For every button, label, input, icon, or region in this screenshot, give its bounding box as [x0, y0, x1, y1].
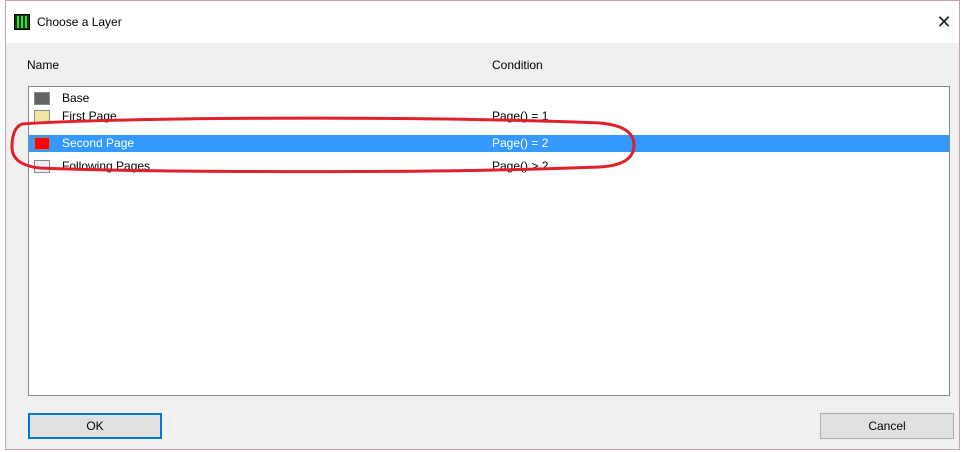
layer-name: Base: [62, 91, 90, 105]
ok-button[interactable]: OK: [28, 413, 162, 439]
layer-name: First Page: [62, 109, 117, 123]
layer-row-first-page[interactable]: First Page Page() = 1: [29, 108, 949, 125]
layer-color-swatch: [34, 160, 50, 173]
column-header-condition[interactable]: Condition: [492, 58, 543, 72]
window-title: Choose a Layer: [37, 15, 122, 29]
title-bar: Choose a Layer ✕: [6, 1, 959, 43]
layer-row-following-pages[interactable]: Following Pages Page() > 2: [29, 158, 949, 175]
layer-color-swatch: [34, 92, 50, 105]
layer-row-base[interactable]: Base: [29, 90, 949, 107]
layer-condition: Page() = 1: [492, 109, 549, 123]
layer-condition: Page() > 2: [492, 159, 549, 173]
layer-list[interactable]: Base First Page Page() = 1 Second Page P…: [28, 86, 950, 396]
layer-name: Second Page: [62, 136, 135, 150]
layer-color-swatch: [34, 137, 50, 150]
cancel-button[interactable]: Cancel: [820, 413, 954, 439]
layer-color-swatch: [34, 110, 50, 123]
app-icon: [14, 14, 30, 30]
layer-name: Following Pages: [62, 159, 151, 173]
layer-row-second-page[interactable]: Second Page Page() = 2: [29, 135, 949, 152]
choose-layer-dialog: Choose a Layer ✕ Name Condition Base Fir…: [5, 0, 960, 450]
close-icon[interactable]: ✕: [933, 11, 955, 33]
column-header-name[interactable]: Name: [27, 58, 59, 72]
layer-condition: Page() = 2: [492, 136, 549, 150]
